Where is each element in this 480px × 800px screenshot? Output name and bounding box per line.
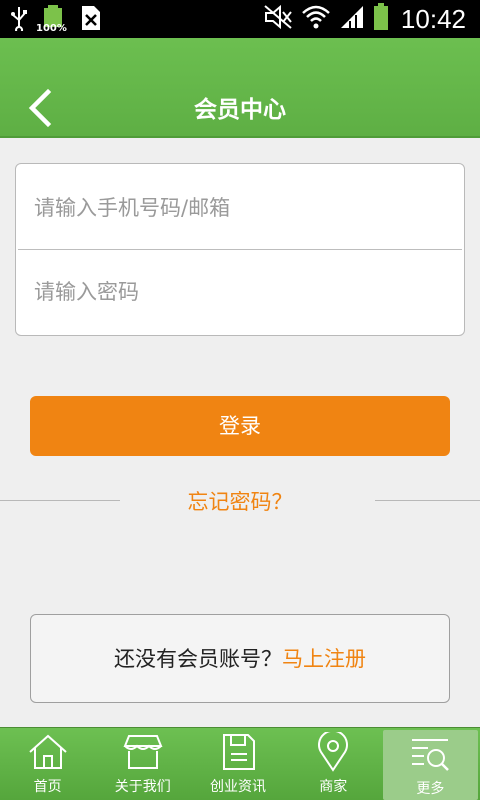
tab-merchants[interactable]: 商家 bbox=[286, 728, 381, 800]
sim-icon bbox=[80, 5, 102, 35]
bottom-tab-bar: 首页 关于我们 创业资讯 商家 更多 bbox=[0, 727, 480, 800]
tab-label: 商家 bbox=[319, 779, 348, 795]
password-input[interactable] bbox=[34, 250, 454, 334]
shop-icon bbox=[123, 735, 163, 769]
tab-label: 更多 bbox=[416, 781, 445, 797]
tab-more[interactable]: 更多 bbox=[382, 730, 479, 800]
battery-charging-icon: 100% bbox=[36, 5, 68, 35]
clock: 10:42 bbox=[400, 3, 466, 34]
page-title: 会员中心 bbox=[194, 97, 286, 123]
usb-icon bbox=[10, 5, 28, 35]
search-list-icon bbox=[412, 739, 450, 771]
tab-about[interactable]: 关于我们 bbox=[95, 728, 190, 800]
mute-icon bbox=[263, 4, 293, 34]
tab-label: 关于我们 bbox=[114, 779, 171, 795]
account-input[interactable] bbox=[34, 166, 454, 250]
login-form bbox=[15, 163, 465, 336]
battery-percent: 100% bbox=[36, 23, 67, 34]
battery-icon bbox=[373, 3, 389, 35]
register-box: 还没有会员账号？马上注册 bbox=[30, 614, 450, 703]
tab-label: 创业资讯 bbox=[210, 779, 266, 795]
register-link[interactable]: 马上注册 bbox=[282, 647, 366, 671]
signal-icon bbox=[339, 4, 365, 34]
login-button[interactable]: 登录 bbox=[30, 396, 450, 456]
tab-home[interactable]: 首页 bbox=[0, 728, 95, 800]
location-pin-icon bbox=[318, 732, 349, 772]
wifi-icon bbox=[301, 4, 331, 34]
register-prompt: 还没有会员账号？ bbox=[114, 647, 282, 671]
tab-label: 首页 bbox=[33, 779, 62, 795]
home-icon bbox=[28, 734, 67, 769]
document-icon bbox=[223, 734, 255, 770]
forgot-password-link[interactable]: 忘记密码？ bbox=[188, 490, 293, 514]
status-bar: 100% 10:42 bbox=[0, 0, 480, 38]
tab-news[interactable]: 创业资讯 bbox=[190, 728, 285, 800]
